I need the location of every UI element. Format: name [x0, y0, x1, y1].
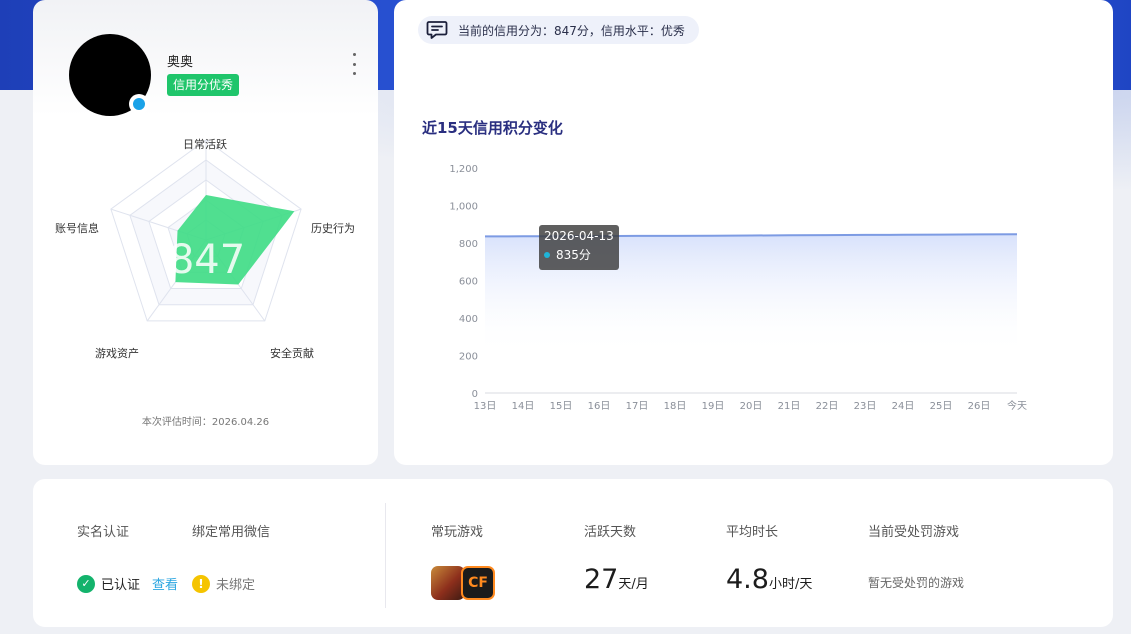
y-tick-label: 600	[459, 277, 478, 288]
wechat-label: 绑定常用微信	[192, 525, 271, 540]
radar-label-security: 安全贡献	[270, 346, 314, 360]
x-tick-label: 23日	[854, 401, 877, 412]
game-icon-crossfire[interactable]: CF	[461, 566, 495, 600]
x-tick-label: 25日	[930, 401, 953, 412]
x-tick-label: 15日	[550, 401, 573, 412]
qq-badge-icon	[129, 94, 149, 114]
x-tick-label: 22日	[816, 401, 839, 412]
credit-notice-text: 当前的信用分为：847分，信用水平：优秀	[458, 23, 685, 38]
stats-card: 实名认证 绑定常用微信 ✓ 已认证 查看 ! 未绑定 常玩游戏 CF 活跃天数 …	[33, 479, 1113, 627]
avg-time-unit: 小时/天	[768, 577, 813, 592]
active-days-stat: 27天/月	[584, 564, 649, 595]
warning-icon: !	[192, 574, 210, 593]
score-watermark: 847	[169, 237, 245, 283]
x-tick-label: 26日	[968, 401, 991, 412]
radar-chart: 847 日常活跃 历史行为 安全贡献 游戏资产 账号信息	[55, 137, 355, 360]
avg-time-value: 4.8	[726, 564, 769, 595]
chart-title: 近15天信用积分变化	[422, 119, 563, 137]
radar-label-game-assets: 游戏资产	[95, 346, 139, 360]
x-tick-label: 今天	[1007, 399, 1027, 412]
evaluation-time: 本次评估时间：2026.04.26	[141, 417, 270, 428]
verified-text: 已认证	[101, 578, 141, 593]
unbound-text: 未绑定	[216, 578, 256, 593]
y-tick-label: 800	[459, 239, 478, 250]
credit-chart-card: 当前的信用分为：847分，信用水平：优秀 近15天信用积分变化 0 200 400 6…	[394, 0, 1113, 465]
radar-label-daily-active: 日常活跃	[183, 137, 227, 151]
realname-status: ✓ 已认证 查看	[77, 574, 178, 593]
game-icon-honor-of-kings[interactable]	[431, 566, 465, 600]
check-icon: ✓	[77, 574, 95, 593]
y-tick-label: 200	[459, 352, 478, 363]
y-tick-label: 1,200	[449, 164, 478, 175]
x-tick-label: 14日	[512, 401, 535, 412]
active-days-value: 27	[584, 564, 619, 595]
chat-bubble-icon	[426, 21, 448, 39]
x-tick-label: 20日	[740, 401, 763, 412]
x-tick-label: 16日	[588, 401, 611, 412]
divider	[385, 503, 386, 608]
radar-label-account: 账号信息	[55, 221, 99, 235]
credit-trend-chart: 0 200 400 600 800 1,000 1,200 13日 14日 15日 16日 17日 1…	[449, 164, 1027, 412]
x-tick-label: 19日	[702, 401, 725, 412]
active-days-unit: 天/月	[618, 577, 649, 592]
x-tick-label: 13日	[474, 401, 497, 412]
y-tick-label: 0	[472, 389, 478, 400]
x-tick-label: 24日	[892, 401, 915, 412]
tooltip-value: 835分	[556, 248, 591, 262]
profile-card: 奥奥 信用分优秀 847 日常活跃 历史行为 安全贡献 游戏资产 账号信息 本次…	[33, 0, 378, 465]
more-options-icon[interactable]	[349, 53, 359, 75]
x-tick-label: 17日	[626, 401, 649, 412]
y-tick-label: 400	[459, 314, 478, 325]
view-link[interactable]: 查看	[152, 574, 178, 593]
tooltip-series-dot	[544, 251, 550, 258]
realname-label: 实名认证	[77, 525, 130, 540]
x-tick-label: 21日	[778, 401, 801, 412]
penalty-label: 当前受处罚游戏	[868, 525, 960, 540]
radar-label-history: 历史行为	[311, 222, 355, 235]
games-label: 常玩游戏	[431, 525, 484, 540]
active-days-label: 活跃天数	[584, 525, 637, 540]
avg-time-label: 平均时长	[726, 525, 779, 540]
nickname: 奥奥	[167, 55, 194, 70]
penalty-value: 暂无受处罚的游戏	[868, 576, 965, 590]
avg-time-stat: 4.8小时/天	[726, 564, 812, 595]
x-tick-label: 18日	[664, 401, 687, 412]
credit-notice: 当前的信用分为：847分，信用水平：优秀	[418, 16, 699, 44]
y-tick-label: 1,000	[449, 202, 478, 213]
chart-tooltip: 2026-04-13 835分	[539, 225, 619, 270]
wechat-status: ! 未绑定	[192, 574, 255, 593]
credit-level-badge: 信用分优秀	[167, 74, 240, 96]
tooltip-date: 2026-04-13	[544, 229, 614, 243]
